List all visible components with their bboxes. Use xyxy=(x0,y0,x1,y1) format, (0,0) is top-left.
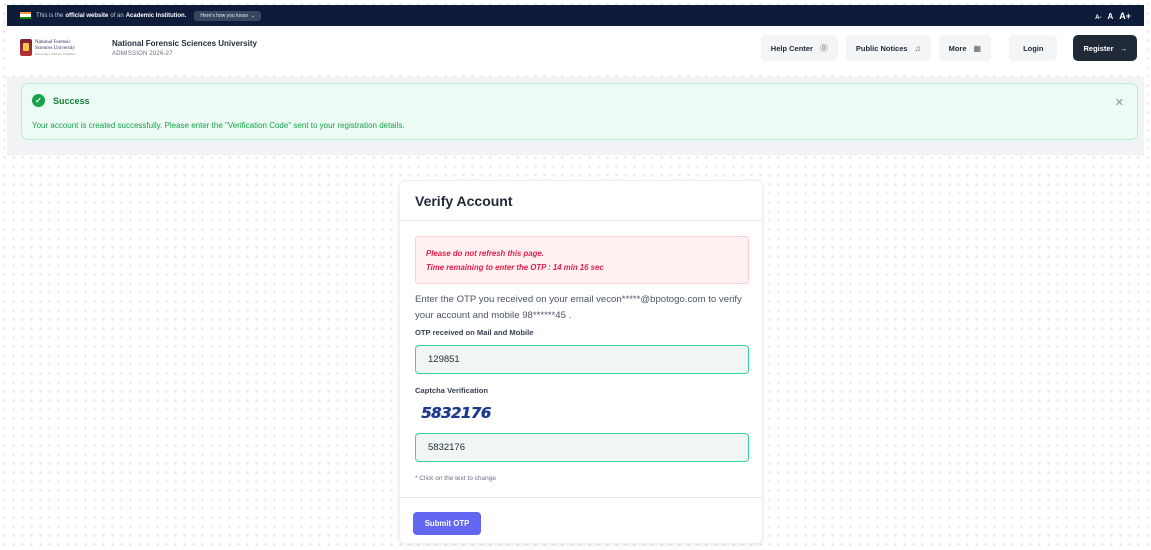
more-label: More xyxy=(948,43,967,53)
alert-title: Success xyxy=(53,95,90,106)
how-you-know-button[interactable]: Here's how you know ⌄ xyxy=(194,10,261,21)
gov-official: official website xyxy=(65,12,109,19)
captcha-image[interactable]: 5832176 xyxy=(421,404,491,422)
gov-prefix: This is the xyxy=(36,12,64,19)
arrow-right-icon: → xyxy=(1119,43,1128,53)
public-notices-label: Public Notices xyxy=(855,43,908,53)
check-circle-icon: ✓ xyxy=(32,94,45,107)
india-flag-icon xyxy=(20,12,31,19)
logo-line2: Sciences University xyxy=(35,45,75,51)
gov-institution: Academic Institution. xyxy=(125,12,187,19)
warning-line1: Please do not refresh this page. xyxy=(426,249,544,258)
bell-icon: ♫ xyxy=(914,43,921,53)
login-button[interactable]: Login xyxy=(1009,35,1058,61)
captcha-input[interactable]: 5832176 xyxy=(415,433,749,462)
site-header: National Forensic Sciences University Kn… xyxy=(7,26,1144,69)
submit-otp-button[interactable]: Submit OTP xyxy=(413,512,481,535)
header-nav: Help Center ⓪ Public Notices ♫ More ▦ Lo… xyxy=(760,35,1144,61)
org-name: National Forensic Sciences University xyxy=(112,38,257,48)
question-circle-icon: ⓪ xyxy=(819,43,828,53)
logo-tagline: Knowledge | Wisdom | Fulfilment xyxy=(35,51,76,56)
card-divider xyxy=(400,220,762,221)
more-button[interactable]: More ▦ xyxy=(938,35,992,61)
chevron-down-icon: ⌄ xyxy=(250,12,255,19)
university-logo[interactable]: National Forensic Sciences University Kn… xyxy=(20,33,102,63)
captcha-hint: * Click on the text to change xyxy=(415,475,496,482)
font-decrease-button[interactable]: A- xyxy=(1095,15,1101,21)
verify-account-card: Verify Account Please do not refresh thi… xyxy=(399,180,763,544)
otp-info-text: Enter the OTP you received on your email… xyxy=(415,294,742,321)
logo-line1: National Forensic xyxy=(35,39,71,45)
register-button[interactable]: Register → xyxy=(1073,35,1137,61)
gov-middle: of an xyxy=(110,12,124,19)
grid-icon: ▦ xyxy=(973,43,982,53)
crest-icon xyxy=(20,39,32,56)
captcha-label: Captcha Verification xyxy=(415,386,489,395)
login-label: Login xyxy=(1023,43,1044,53)
font-size-controls: A- A A+ xyxy=(1095,11,1131,21)
org-block: National Forensic Sciences University AD… xyxy=(112,39,257,57)
otp-input[interactable]: 129851 xyxy=(415,345,749,374)
close-icon[interactable]: ✕ xyxy=(1115,96,1124,109)
otp-label: OTP received on Mail and Mobile xyxy=(415,328,534,337)
success-alert: ✓ Success Your account is created succes… xyxy=(21,83,1138,140)
public-notices-button[interactable]: Public Notices ♫ xyxy=(845,35,931,61)
gov-banner: This is the official website of an Acade… xyxy=(7,5,1144,26)
card-title: Verify Account xyxy=(415,193,513,209)
help-center-button[interactable]: Help Center ⓪ xyxy=(760,35,838,61)
font-normal-button[interactable]: A xyxy=(1107,12,1113,21)
org-subtitle: ADMISSION 2026-27 xyxy=(112,50,173,57)
alert-message: Your account is created successfully. Pl… xyxy=(32,121,405,130)
refresh-warning: Please do not refresh this page. Time re… xyxy=(415,236,749,284)
alert-band: ✓ Success Your account is created succes… xyxy=(7,77,1144,155)
alert-header: ✓ Success xyxy=(32,94,90,107)
how-you-know-label: Here's how you know xyxy=(200,12,248,19)
register-label: Register xyxy=(1083,43,1114,53)
logo-text: National Forensic Sciences University Kn… xyxy=(35,40,76,56)
font-increase-button[interactable]: A+ xyxy=(1119,11,1131,21)
card-footer-divider xyxy=(400,497,762,498)
help-center-label: Help Center xyxy=(770,43,813,53)
otp-timer: Time remaining to enter the OTP : 14 min… xyxy=(426,263,604,272)
